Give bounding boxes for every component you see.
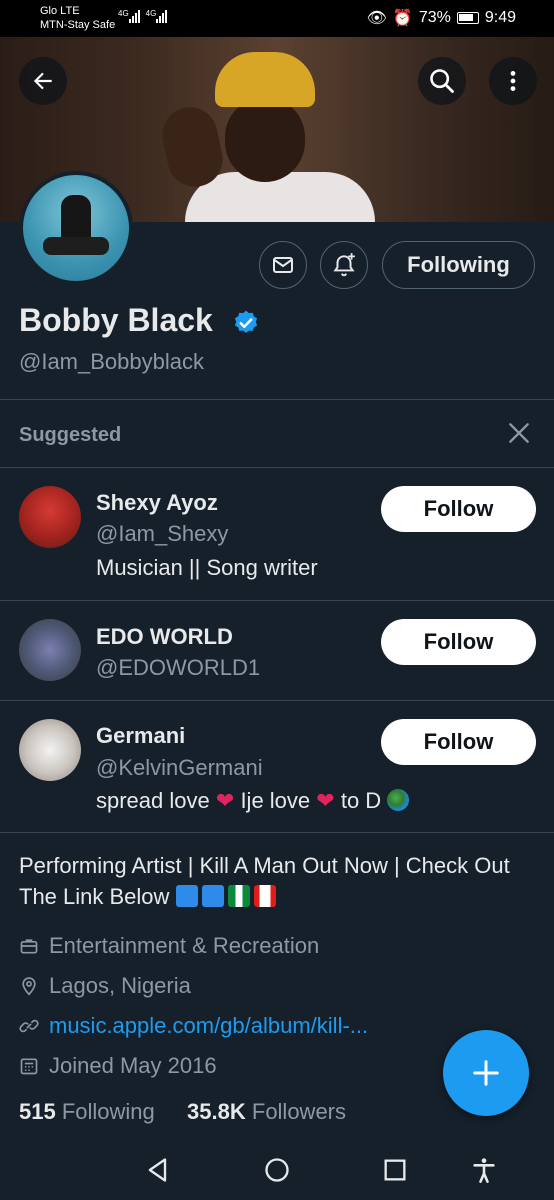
more-button[interactable] xyxy=(489,57,537,105)
arrow-down-emoji-icon xyxy=(175,885,198,907)
suggested-avatar[interactable] xyxy=(19,619,81,681)
clock: 9:49 xyxy=(484,9,516,26)
suggested-user-handle: @EDOWORLD1 xyxy=(96,655,261,680)
follow-button[interactable]: Follow xyxy=(381,486,536,532)
alarm-icon: ⏰ xyxy=(392,10,413,27)
battery-icon xyxy=(456,12,479,24)
suggested-title: Suggested xyxy=(19,424,122,446)
following-count-link[interactable]: 515 Following xyxy=(19,1099,155,1124)
notifications-button[interactable] xyxy=(320,241,368,289)
calendar-icon xyxy=(20,1058,38,1075)
suggested-user-name[interactable]: Germani xyxy=(96,723,185,749)
nav-recents-icon[interactable] xyxy=(381,1156,409,1184)
profile-category: Entertainment & Recreation xyxy=(19,933,319,959)
more-vertical-icon xyxy=(510,71,516,91)
message-button[interactable] xyxy=(259,241,307,289)
suggested-user-bio: Musician || Song writer xyxy=(96,555,318,580)
search-button[interactable] xyxy=(418,57,466,105)
verified-badge-icon xyxy=(234,310,258,333)
suggested-section xyxy=(0,400,554,832)
nav-back-icon[interactable] xyxy=(144,1156,172,1184)
close-icon[interactable] xyxy=(506,420,532,446)
arrow-down-emoji-icon xyxy=(201,885,224,907)
signal-icon: 4G xyxy=(118,9,140,26)
follow-button[interactable]: Follow xyxy=(381,619,536,665)
suggested-avatar[interactable] xyxy=(19,486,81,548)
divider xyxy=(0,399,554,400)
suggested-avatar[interactable] xyxy=(19,719,81,781)
battery-percent: 73% xyxy=(418,9,451,26)
divider xyxy=(0,600,554,601)
profile-name: Bobby Black xyxy=(19,302,213,338)
link-icon xyxy=(19,1019,39,1033)
suggested-user-bio: spread love ❤ Ije love ❤ to D xyxy=(96,788,410,814)
status-right: 👁 ⏰ 73% 9:49 xyxy=(367,8,516,28)
envelope-icon xyxy=(273,257,293,273)
bell-plus-icon xyxy=(333,253,355,277)
follow-counts: 515 Following 35.8K Followers xyxy=(19,1099,346,1125)
plus-icon xyxy=(473,1060,499,1086)
profile-link[interactable]: music.apple.com/gb/album/kill-... xyxy=(19,1013,368,1039)
nav-home-icon[interactable] xyxy=(263,1156,291,1184)
heart-emoji-icon: ❤ xyxy=(316,788,335,813)
follow-button[interactable]: Follow xyxy=(381,719,536,765)
suggested-user-name[interactable]: EDO WORLD xyxy=(96,624,233,650)
system-nav-bar xyxy=(0,1140,554,1200)
profile-bio: Performing Artist | Kill A Man Out Now |… xyxy=(19,853,510,909)
accessibility-icon[interactable] xyxy=(470,1156,498,1184)
compose-button[interactable] xyxy=(443,1030,529,1116)
canada-flag-icon xyxy=(253,885,276,907)
globe-emoji-icon xyxy=(387,789,410,811)
suggested-user-handle: @Iam_Shexy xyxy=(96,521,229,546)
profile-avatar[interactable] xyxy=(19,171,133,285)
profile-handle: @Iam_Bobbyblack xyxy=(19,349,204,374)
profile-joined: Joined May 2016 xyxy=(19,1053,217,1079)
followers-count-link[interactable]: 35.8K Followers xyxy=(187,1099,346,1124)
divider xyxy=(0,832,554,833)
heart-emoji-icon: ❤ xyxy=(215,788,235,813)
back-button[interactable] xyxy=(19,57,67,105)
profile-location: Lagos, Nigeria xyxy=(19,973,191,999)
arrow-left-icon xyxy=(33,72,52,90)
carrier-line-1: Glo LTE xyxy=(40,5,80,17)
eye-icon: 👁 xyxy=(366,10,387,27)
divider xyxy=(0,467,554,468)
carrier-info: Glo LTE MTN-Stay Safe xyxy=(40,4,115,32)
location-pin-icon xyxy=(22,977,36,996)
carrier-line-2: MTN-Stay Safe xyxy=(40,19,116,31)
signal-indicators: 4G 4G xyxy=(118,9,168,26)
divider xyxy=(0,700,554,701)
briefcase-icon xyxy=(20,939,38,954)
suggested-user-name[interactable]: Shexy Ayoz xyxy=(96,490,218,516)
signal-icon: 4G xyxy=(146,9,168,26)
following-button[interactable]: Following xyxy=(382,241,535,289)
suggested-user-handle: @KelvinGermani xyxy=(96,755,263,780)
nigeria-flag-icon xyxy=(227,885,250,907)
search-icon xyxy=(430,69,454,93)
status-bar: Glo LTE MTN-Stay Safe 4G 4G 👁 ⏰ 73% 9:49 xyxy=(0,0,554,37)
